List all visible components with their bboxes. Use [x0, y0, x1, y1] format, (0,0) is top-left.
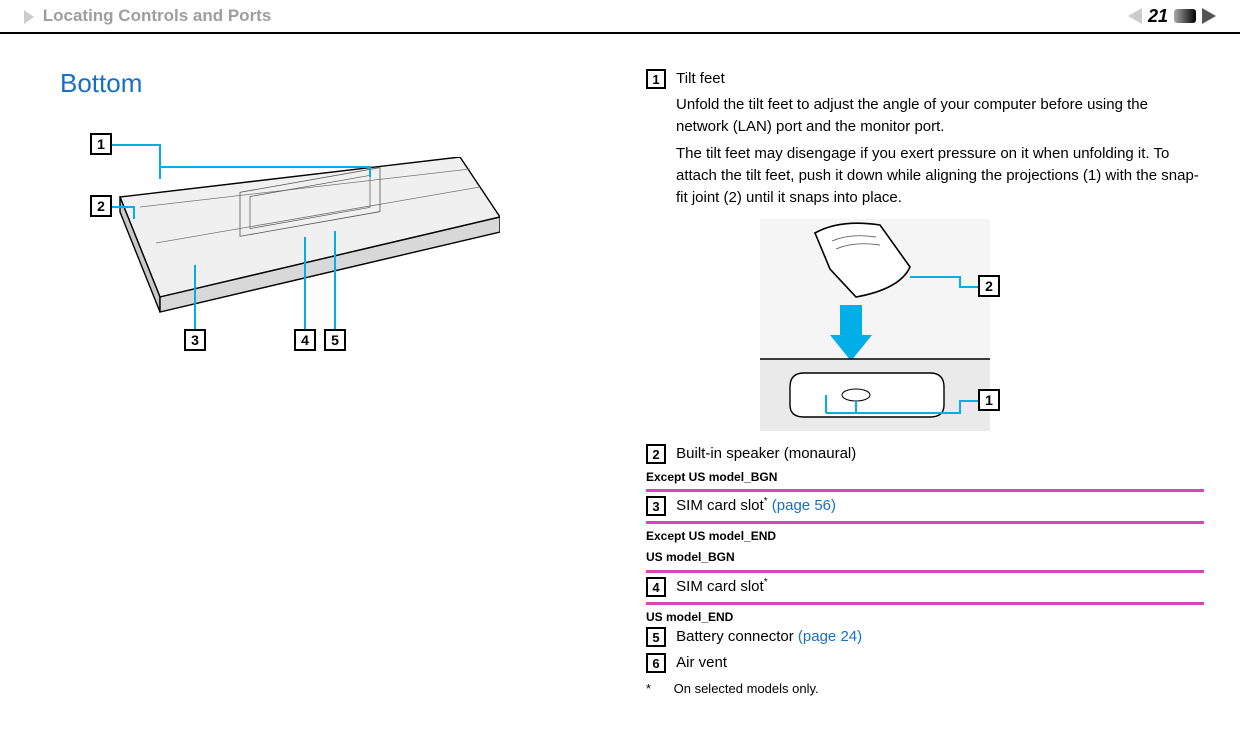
page-ref-link[interactable]: (page 24): [798, 628, 862, 645]
item-label: SIM card slot: [676, 578, 764, 595]
footnote-text: On selected models only.: [674, 681, 819, 696]
footnote: * On selected models only.: [646, 680, 1204, 699]
footnote-asterisk: *: [646, 680, 670, 699]
divider-bar: [646, 602, 1204, 605]
breadcrumb-text: Locating Controls and Ports: [43, 6, 272, 25]
model-tag-except-us-end: Except US model_END: [646, 528, 1204, 545]
callout-label: 2: [985, 276, 993, 296]
asterisk: *: [764, 496, 768, 507]
callout-label: 1: [97, 136, 105, 152]
item-number-box: 1: [646, 69, 666, 89]
item-number-box: 5: [646, 627, 666, 647]
page-ref-link[interactable]: (page 56): [772, 497, 836, 514]
page-root: Locating Controls and Ports 21 Bottom: [0, 0, 1240, 734]
item-2: 2 Built-in speaker (monaural): [646, 443, 1204, 465]
item-number-box: 3: [646, 496, 666, 516]
breadcrumb: Locating Controls and Ports: [24, 6, 271, 26]
item-label: Battery connector: [676, 628, 798, 645]
next-page-icon[interactable]: [1202, 8, 1216, 24]
item-label: Built-in speaker (monaural): [676, 445, 856, 462]
item-1-desc2: The tilt feet may disengage if you exert…: [676, 143, 1204, 208]
item-label: Air vent: [676, 654, 727, 671]
item-number-box: 2: [646, 444, 666, 464]
item-4: 4 SIM card slot*: [646, 576, 1204, 598]
callout-5: 5: [324, 329, 346, 351]
page-header: Locating Controls and Ports 21: [0, 0, 1240, 34]
item-label: SIM card slot: [676, 497, 764, 514]
callout-2: 2: [90, 195, 112, 217]
item-3: 3 SIM card slot* (page 56): [646, 495, 1204, 517]
tilt-callout-2: 2: [978, 275, 1000, 297]
model-tag-except-us-bgn: Except US model_BGN: [646, 469, 1204, 486]
item-number-box: 6: [646, 653, 666, 673]
callout-4: 4: [294, 329, 316, 351]
callout-label: 3: [191, 332, 199, 348]
page-number: 21: [1148, 6, 1168, 27]
item-number-box: 4: [646, 577, 666, 597]
nav-bar-icon: [1174, 9, 1196, 23]
model-tag-us-bgn: US model_BGN: [646, 549, 1204, 566]
page-nav: 21: [1128, 6, 1216, 27]
item-1-desc1: Unfold the tilt feet to adjust the angle…: [676, 94, 1204, 138]
callout-label: 4: [301, 332, 309, 348]
callout-1: 1: [90, 133, 112, 155]
callout-label: 2: [97, 198, 105, 214]
item-label: Tilt feet: [676, 70, 725, 87]
divider-bar: [646, 570, 1204, 573]
item-6: 6 Air vent: [646, 652, 1204, 674]
callout-3: 3: [184, 329, 206, 351]
divider-bar: [646, 489, 1204, 492]
section-title: Bottom: [60, 68, 620, 99]
tilt-callout-1: 1: [978, 389, 1000, 411]
tilt-feet-diagram: 2 1: [760, 219, 990, 431]
triangle-right-icon: [24, 10, 34, 24]
item-1: 1 Tilt feet: [646, 68, 1204, 90]
item-5: 5 Battery connector (page 24): [646, 626, 1204, 648]
model-tag-us-end: US model_END: [646, 609, 1204, 626]
asterisk: *: [764, 577, 768, 588]
callout-label: 1: [985, 390, 993, 410]
prev-page-icon[interactable]: [1128, 8, 1142, 24]
divider-bar: [646, 521, 1204, 524]
content-area: Bottom: [0, 34, 1240, 699]
right-column: 1 Tilt feet Unfold the tilt feet to adju…: [620, 68, 1204, 699]
left-column: Bottom: [60, 68, 620, 699]
laptop-bottom-diagram: 1 2 3 4 5: [60, 117, 540, 377]
callout-label: 5: [331, 332, 339, 348]
